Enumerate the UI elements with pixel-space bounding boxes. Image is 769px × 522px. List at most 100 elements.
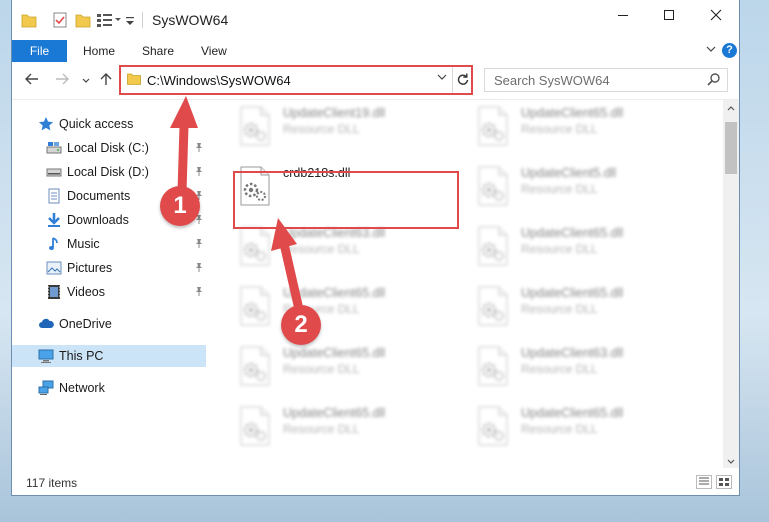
- maximize-button[interactable]: [646, 0, 692, 30]
- file-type: Resource DLL: [283, 122, 360, 136]
- navigation-pane: Quick access Local Disk (C:) Local Disk …: [12, 100, 208, 468]
- file-item[interactable]: UpdateClient65.dll Resource DLL: [457, 220, 687, 274]
- pin-icon[interactable]: [194, 286, 204, 299]
- file-name: UpdateClient19.dll: [283, 106, 386, 120]
- file-list: UpdateClient19.dll Resource DLL crdb218s…: [219, 100, 723, 468]
- file-name: UpdateClient63.dll: [521, 346, 624, 360]
- nav-item-label: This PC: [59, 349, 104, 363]
- drive-icon: [46, 164, 62, 180]
- help-icon[interactable]: ?: [722, 43, 737, 58]
- vertical-scrollbar[interactable]: [723, 100, 739, 468]
- nav-item-label: Music: [67, 237, 100, 251]
- chevron-down-icon[interactable]: [124, 11, 136, 29]
- address-history-chevron-icon[interactable]: [437, 73, 447, 84]
- pin-icon[interactable]: [194, 262, 204, 275]
- title-bar: SysWOW64: [12, 0, 739, 40]
- status-bar: 117 items: [12, 470, 739, 494]
- nav-item-quick-access[interactable]: Quick access: [12, 113, 206, 135]
- scroll-down-icon[interactable]: [727, 458, 735, 467]
- file-name: UpdateClient65.dll: [521, 106, 624, 120]
- file-item[interactable]: UpdateClient65.dll Resource DLL: [457, 400, 687, 454]
- details-view-icon[interactable]: [696, 475, 712, 489]
- nav-item-label: Downloads: [67, 213, 129, 227]
- tab-home[interactable]: Home: [83, 44, 115, 58]
- download-icon: [46, 212, 62, 228]
- address-bar[interactable]: C:\Windows\SysWOW64: [119, 65, 473, 95]
- address-separator: [452, 67, 453, 93]
- address-path[interactable]: C:\Windows\SysWOW64: [147, 73, 291, 88]
- nav-item-local-disk-d[interactable]: Local Disk (D:): [12, 161, 206, 183]
- file-type: Resource DLL: [521, 242, 598, 256]
- nav-item-onedrive[interactable]: OneDrive: [12, 313, 206, 335]
- file-name: UpdateClient65.dll: [283, 346, 386, 360]
- network-icon: [38, 380, 54, 396]
- pictures-icon: [46, 260, 62, 276]
- explorer-window: SysWOW64 File Home Share View ? C:\Windo…: [11, 0, 740, 496]
- scrollbar-thumb[interactable]: [725, 122, 737, 174]
- file-item[interactable]: UpdateClient5.dll Resource DLL: [457, 160, 687, 214]
- file-item[interactable]: UpdateClient65.dll Resource DLL: [219, 280, 449, 334]
- dll-file-icon: [475, 106, 511, 146]
- nav-item-label: Pictures: [67, 261, 113, 275]
- recent-locations-chevron-icon[interactable]: [82, 76, 90, 87]
- nav-item-this-pc[interactable]: This PC: [12, 345, 206, 367]
- file-item[interactable]: UpdateClient65.dll Resource DLL: [219, 400, 449, 454]
- new-folder-icon[interactable]: [75, 11, 91, 29]
- dll-file-icon: [475, 406, 511, 446]
- star-icon: [38, 116, 54, 132]
- file-name: UpdateClient65.dll: [283, 286, 386, 300]
- nav-item-network[interactable]: Network: [12, 377, 206, 399]
- cloud-icon: [38, 316, 54, 332]
- search-icon[interactable]: [707, 72, 721, 88]
- dll-file-icon: [237, 226, 273, 266]
- file-type: Resource DLL: [521, 182, 598, 196]
- forward-arrow-icon[interactable]: [55, 72, 69, 90]
- folder-icon[interactable]: [21, 11, 37, 29]
- nav-item-music[interactable]: Music: [12, 233, 206, 255]
- search-placeholder[interactable]: Search SysWOW64: [494, 73, 610, 88]
- nav-item-label: Videos: [67, 285, 105, 299]
- tab-file[interactable]: File: [12, 40, 67, 62]
- nav-item-pictures[interactable]: Pictures: [12, 257, 206, 279]
- step-badge-2: 2: [281, 305, 321, 345]
- quick-access-customize-icon[interactable]: [96, 11, 122, 29]
- large-icons-view-icon[interactable]: [716, 475, 732, 489]
- minimize-button[interactable]: [600, 0, 646, 30]
- file-name: UpdateClient65.dll: [521, 226, 624, 240]
- nav-item-videos[interactable]: Videos: [12, 281, 206, 303]
- close-button[interactable]: [693, 0, 739, 30]
- tab-view[interactable]: View: [201, 44, 227, 58]
- file-item[interactable]: UpdateClient65.dll Resource DLL: [219, 340, 449, 394]
- file-type: Resource DLL: [283, 362, 360, 376]
- pin-icon[interactable]: [194, 166, 204, 179]
- up-arrow-icon[interactable]: [100, 72, 112, 90]
- dll-file-icon: [237, 406, 273, 446]
- search-box[interactable]: Search SysWOW64: [484, 68, 728, 92]
- file-item[interactable]: UpdateClient65.dll Resource DLL: [457, 100, 687, 154]
- properties-icon[interactable]: [52, 11, 68, 29]
- dll-file-icon: [237, 286, 273, 326]
- expand-ribbon-icon[interactable]: [706, 45, 716, 56]
- nav-item-local-disk-c[interactable]: Local Disk (C:): [12, 137, 206, 159]
- file-item[interactable]: UpdateClient65.dll Resource DLL: [457, 280, 687, 334]
- music-icon: [46, 236, 62, 252]
- refresh-icon[interactable]: [456, 71, 470, 90]
- tab-share[interactable]: Share: [142, 44, 174, 58]
- step-badge-1: 1: [160, 186, 200, 226]
- file-type: Resource DLL: [521, 122, 598, 136]
- file-item[interactable]: UpdateClient63.dll Resource DLL: [457, 340, 687, 394]
- dll-file-icon: [475, 166, 511, 206]
- nav-item-label: Documents: [67, 189, 131, 203]
- nav-item-label: Local Disk (D:): [67, 165, 149, 179]
- nav-item-label: Quick access: [59, 117, 134, 131]
- scroll-up-icon[interactable]: [727, 104, 735, 113]
- file-type: Resource DLL: [283, 242, 360, 256]
- pin-icon[interactable]: [194, 238, 204, 251]
- file-name: UpdateClient5.dll: [521, 166, 617, 180]
- file-item[interactable]: UpdateClient19.dll Resource DLL: [219, 100, 449, 154]
- drive-icon: [46, 140, 62, 156]
- ribbon: File Home Share View ?: [12, 40, 739, 62]
- file-type: Resource DLL: [521, 422, 598, 436]
- pin-icon[interactable]: [194, 142, 204, 155]
- back-arrow-icon[interactable]: [25, 72, 39, 90]
